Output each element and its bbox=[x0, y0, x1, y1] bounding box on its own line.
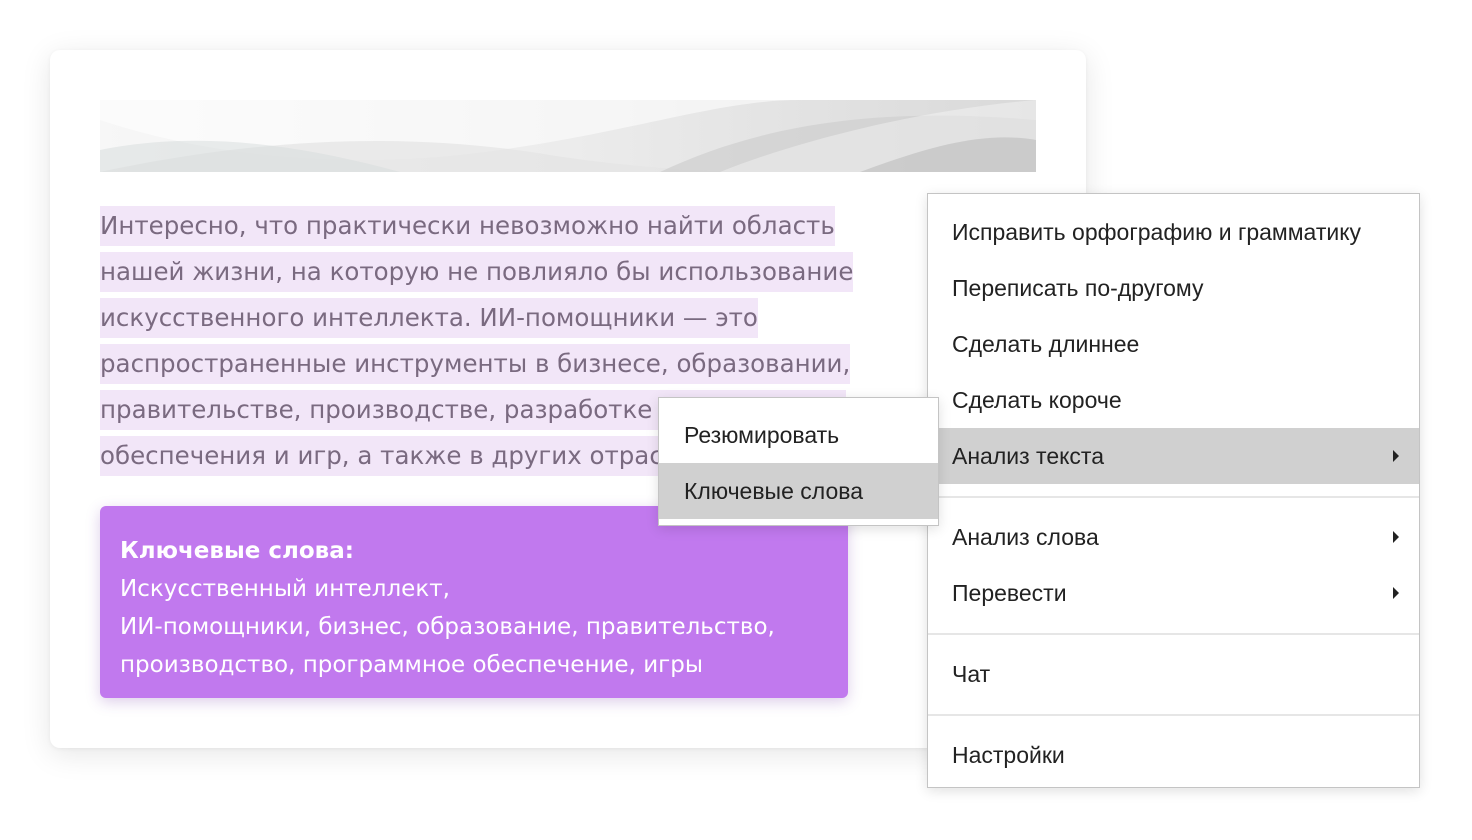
keywords-line: производство, программное обеспечение, и… bbox=[120, 652, 703, 678]
menu-item-label: Чат bbox=[952, 661, 991, 687]
keywords-line: ИИ-помощники, бизнес, образование, прави… bbox=[120, 614, 775, 640]
menu-item-label: Перевести bbox=[952, 580, 1067, 606]
paragraph-line: искусственного интеллекта. ИИ-помощники … bbox=[100, 298, 860, 338]
menu-item-make-shorter[interactable]: Сделать короче bbox=[928, 372, 1419, 428]
menu-item-label: Резюмировать bbox=[684, 422, 840, 448]
keywords-title: Ключевые слова: bbox=[120, 538, 354, 564]
menu-item-rewrite[interactable]: Переписать по-другому bbox=[928, 260, 1419, 316]
keywords-line: Искусственный интеллект, bbox=[120, 576, 450, 602]
keywords-result-box: Ключевые слова: Искусственный интеллект,… bbox=[100, 506, 848, 698]
menu-item-label: Анализ текста bbox=[952, 443, 1104, 469]
menu-separator bbox=[928, 714, 1419, 716]
menu-separator bbox=[928, 496, 1419, 498]
menu-item-chat[interactable]: Чат bbox=[928, 646, 1419, 702]
menu-item-label: Анализ слова bbox=[952, 524, 1099, 550]
submenu-arrow-icon bbox=[1393, 450, 1399, 462]
paragraph-line: Интересно, что практически невозможно на… bbox=[100, 206, 860, 246]
submenu-arrow-icon bbox=[1393, 587, 1399, 599]
context-menu: Исправить орфографию и грамматику Перепи… bbox=[927, 193, 1420, 788]
menu-item-translate[interactable]: Перевести bbox=[928, 565, 1419, 621]
menu-item-fix-spelling[interactable]: Исправить орфографию и грамматику bbox=[928, 204, 1419, 260]
menu-separator bbox=[928, 633, 1419, 635]
menu-item-label: Ключевые слова bbox=[684, 478, 863, 504]
menu-item-label: Настройки bbox=[952, 742, 1065, 768]
menu-item-label: Переписать по-другому bbox=[952, 275, 1204, 301]
menu-item-label: Сделать длиннее bbox=[952, 331, 1140, 357]
menu-item-settings[interactable]: Настройки bbox=[928, 727, 1419, 783]
submenu-item-keywords[interactable]: Ключевые слова bbox=[659, 463, 938, 519]
paragraph-line: нашей жизни, на которую не повлияло бы и… bbox=[100, 252, 860, 292]
submenu-item-summarize[interactable]: Резюмировать bbox=[659, 407, 938, 463]
text-analysis-submenu: Резюмировать Ключевые слова bbox=[658, 397, 939, 526]
header-banner-image bbox=[100, 100, 1036, 172]
paragraph-line: распространенные инструменты в бизнесе, … bbox=[100, 344, 860, 384]
menu-item-make-longer[interactable]: Сделать длиннее bbox=[928, 316, 1419, 372]
submenu-arrow-icon bbox=[1393, 531, 1399, 543]
menu-item-label: Исправить орфографию и грамматику bbox=[952, 219, 1362, 245]
menu-item-label: Сделать короче bbox=[952, 387, 1122, 413]
menu-item-word-analysis[interactable]: Анализ слова bbox=[928, 509, 1419, 565]
menu-item-text-analysis[interactable]: Анализ текста bbox=[928, 428, 1419, 484]
